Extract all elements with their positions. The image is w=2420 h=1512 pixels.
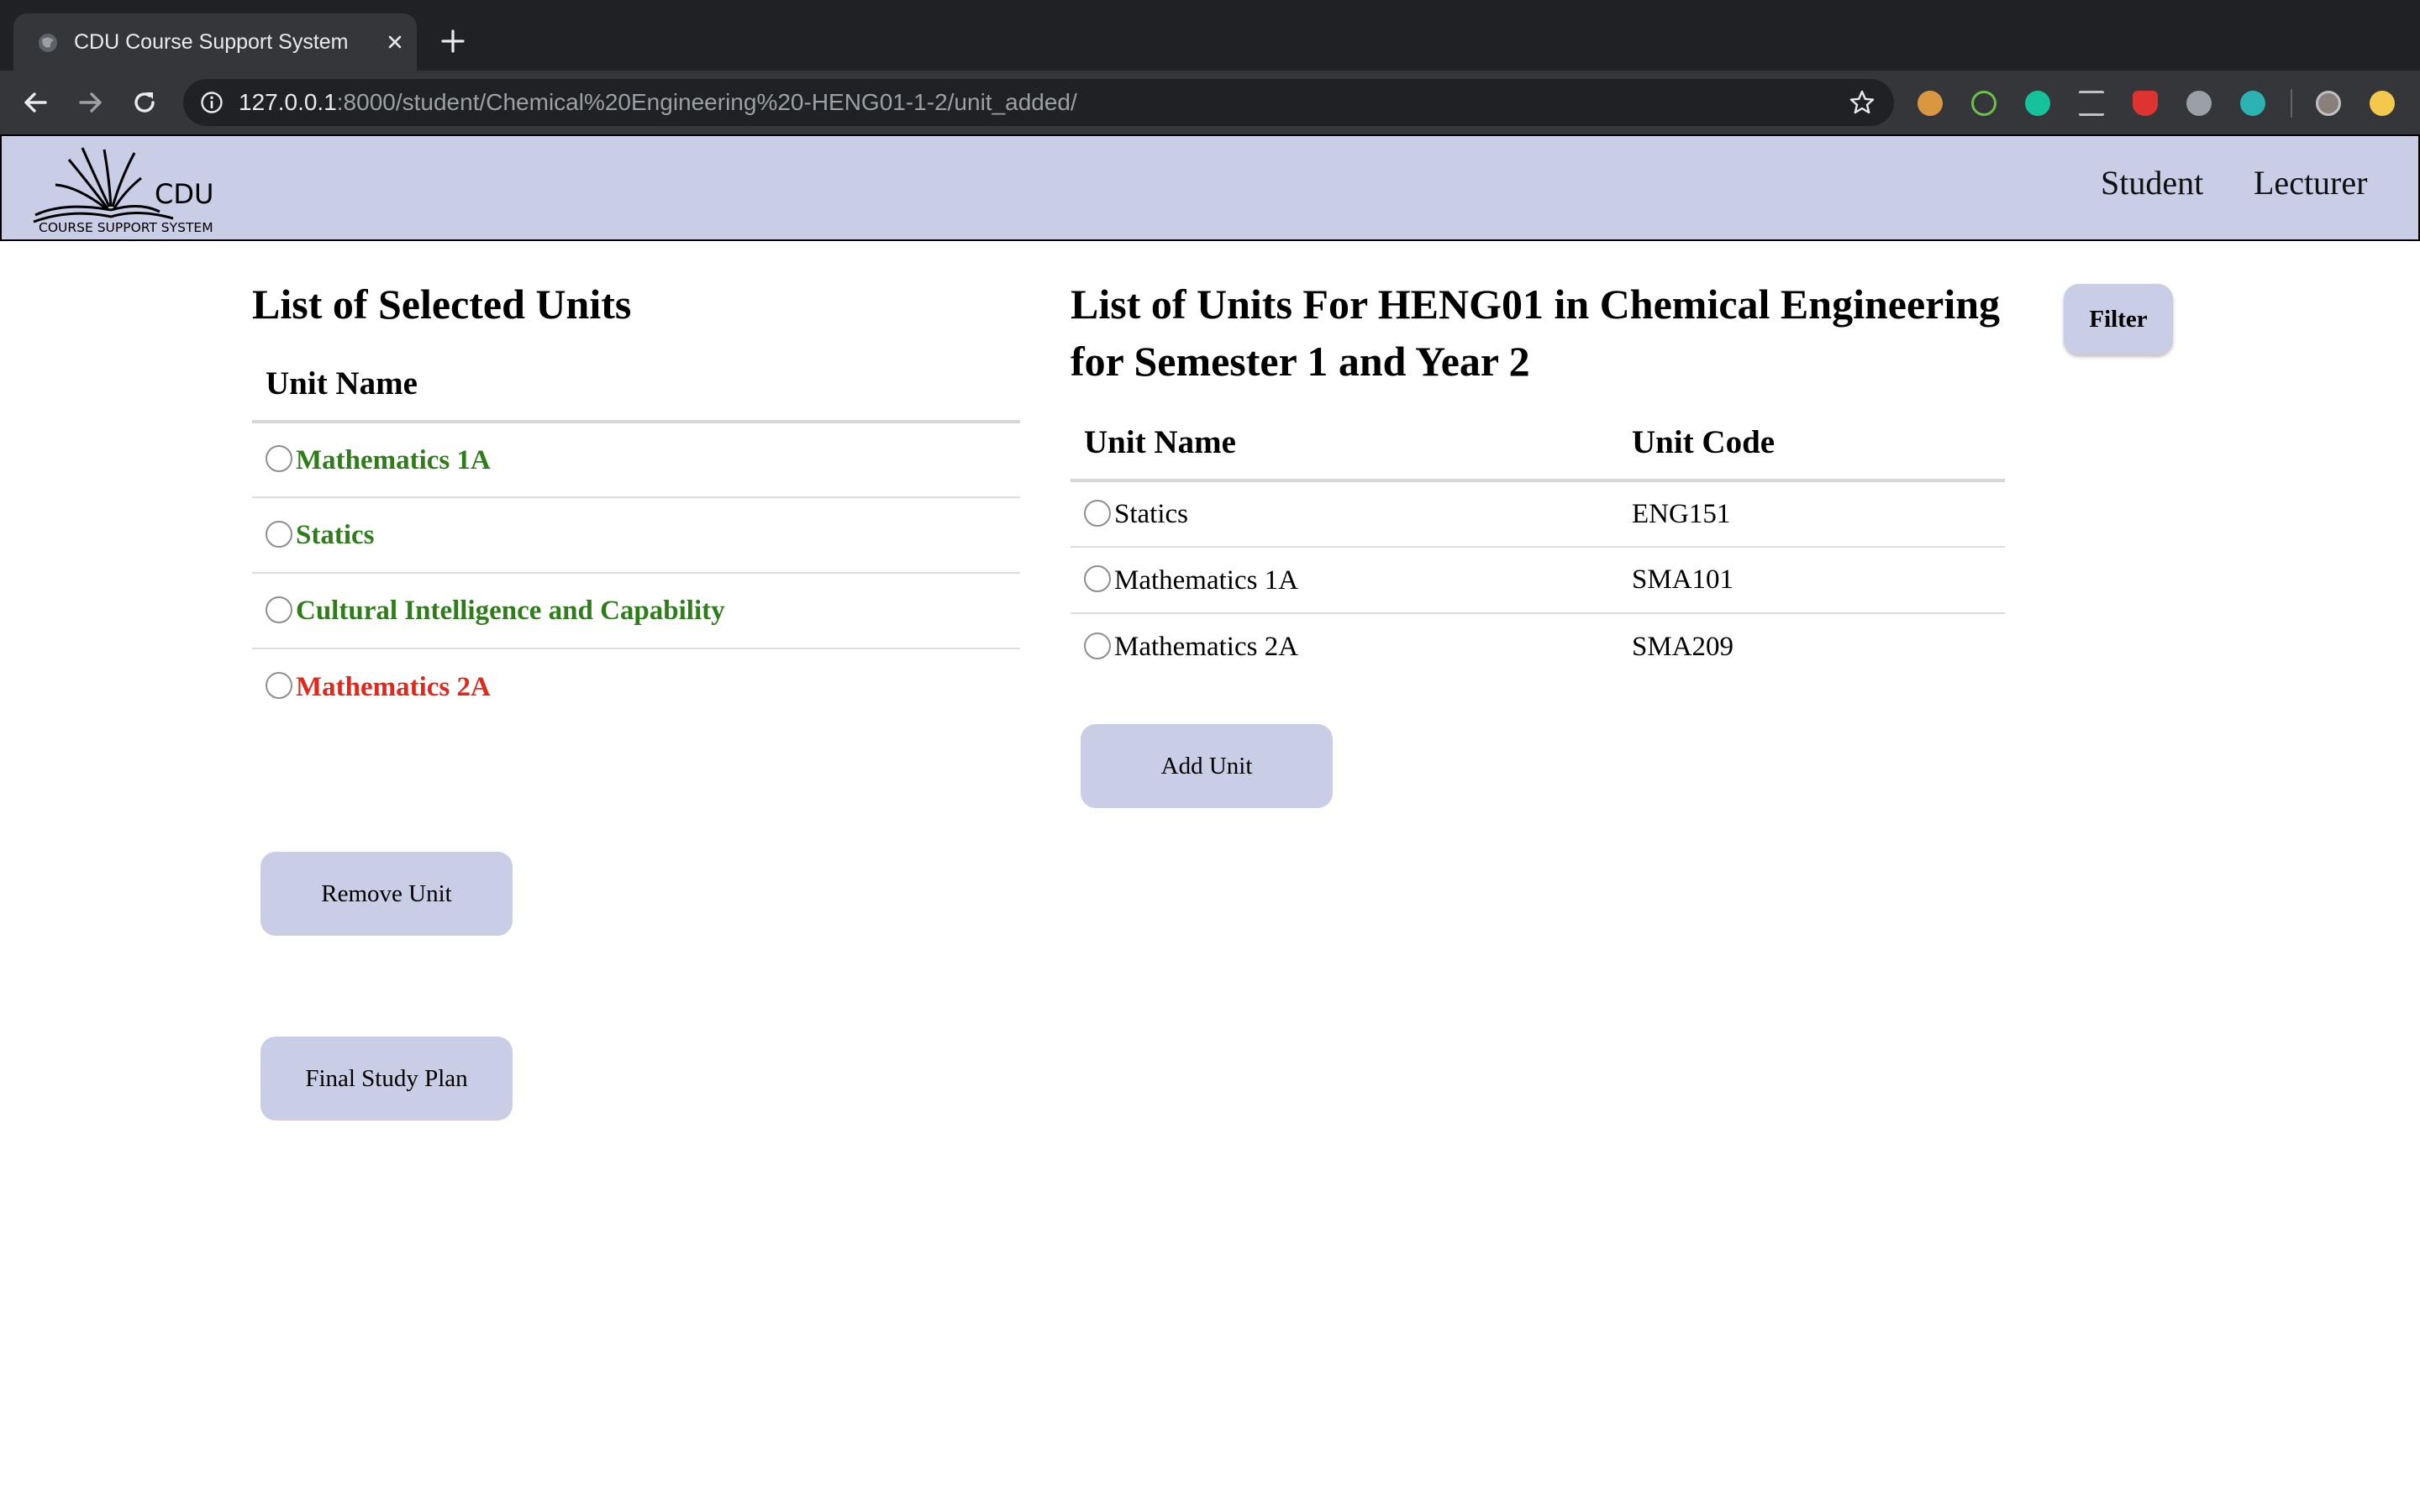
table-cell: Statics bbox=[252, 497, 1020, 574]
browser-tab[interactable]: CDU Course Support System bbox=[13, 13, 417, 71]
tab-title: CDU Course Support System bbox=[74, 30, 349, 54]
available-units-table: Unit Name Unit Code Statics ENG151 Mathe… bbox=[1071, 405, 2005, 680]
browser-tab-bar: CDU Course Support System bbox=[0, 0, 2420, 71]
angular-extension-icon[interactable] bbox=[2133, 91, 2158, 116]
selected-units-heading: List of Selected Units bbox=[252, 281, 632, 328]
selected-unit-name: Statics bbox=[296, 520, 375, 551]
reload-icon[interactable] bbox=[129, 87, 160, 118]
table-row: Mathematics 2A SMA209 bbox=[1071, 613, 2005, 680]
bookmark-star-icon[interactable] bbox=[1849, 89, 1876, 116]
available-units-heading: List of Units For HENG01 in Chemical Eng… bbox=[1071, 281, 2001, 385]
check-extension-icon[interactable] bbox=[1971, 91, 1996, 116]
available-unit-name: Mathematics 2A bbox=[1114, 632, 1299, 663]
nav-student-link[interactable]: Student bbox=[2101, 163, 2203, 202]
filter-button[interactable]: Filter bbox=[2064, 284, 2173, 354]
unit-radio[interactable] bbox=[1084, 499, 1111, 527]
available-unit-code: SMA209 bbox=[1632, 631, 1734, 662]
selected-units-table: Unit Name Mathematics 1A Statics Cultura… bbox=[252, 346, 1020, 724]
table-row: Cultural Intelligence and Capability bbox=[252, 573, 1020, 649]
nav-lecturer-link[interactable]: Lecturer bbox=[2254, 163, 2367, 202]
cookie-extension-icon[interactable] bbox=[1918, 91, 1943, 116]
cdu-logo[interactable]: CDU COURSE SUPPORT SYSTEM bbox=[30, 141, 240, 235]
selected-unit-name: Cultural Intelligence and Capability bbox=[296, 596, 725, 627]
m-extension-icon[interactable] bbox=[2240, 91, 2265, 116]
browser-toolbar: 127.0.0.1:8000/student/Chemical%20Engine… bbox=[0, 71, 2420, 134]
url-path: :8000/student/Chemical%20Engineering%20-… bbox=[336, 89, 1077, 115]
logo-text: CDU bbox=[155, 178, 213, 210]
back-arrow-icon[interactable] bbox=[20, 87, 50, 118]
table-cell: Mathematics 2A bbox=[252, 648, 1020, 724]
table-cell: Mathematics 1A bbox=[1071, 547, 1618, 614]
unit-radio[interactable] bbox=[1084, 565, 1111, 593]
final-study-plan-button[interactable]: Final Study Plan bbox=[260, 1037, 513, 1121]
available-unit-name: Mathematics 1A bbox=[1114, 564, 1299, 596]
selected-unit-name: Mathematics 2A bbox=[296, 671, 491, 702]
site-header: CDU COURSE SUPPORT SYSTEM Student Lectur… bbox=[0, 134, 2420, 241]
grammarly-extension-icon[interactable] bbox=[2025, 91, 2050, 116]
add-unit-button[interactable]: Add Unit bbox=[1081, 724, 1333, 808]
close-icon[interactable] bbox=[383, 30, 407, 54]
update-indicator-icon[interactable] bbox=[2370, 91, 2395, 116]
logo-subtext: COURSE SUPPORT SYSTEM bbox=[39, 220, 213, 235]
table-row: Mathematics 1A SMA101 bbox=[1071, 547, 2005, 614]
table-header-row: Unit Name bbox=[252, 346, 1020, 423]
url-text[interactable]: 127.0.0.1:8000/student/Chemical%20Engine… bbox=[239, 79, 1077, 126]
column-header-unit-name: Unit Name bbox=[1071, 405, 1618, 482]
column-header-unit-name: Unit Name bbox=[252, 346, 1020, 423]
forward-arrow-icon[interactable] bbox=[76, 87, 106, 118]
table-row: Statics bbox=[252, 497, 1020, 574]
unit-radio[interactable] bbox=[266, 445, 292, 473]
unit-radio[interactable] bbox=[1084, 632, 1111, 659]
remove-unit-button[interactable]: Remove Unit bbox=[260, 852, 513, 936]
table-cell: Statics bbox=[1071, 480, 1618, 548]
avatar[interactable] bbox=[2316, 91, 2341, 116]
selected-unit-name: Mathematics 1A bbox=[296, 444, 491, 475]
table-cell: Mathematics 1A bbox=[252, 422, 1020, 498]
unit-radio[interactable] bbox=[266, 672, 292, 700]
unit-radio[interactable] bbox=[266, 596, 292, 623]
table-row: Statics ENG151 bbox=[1071, 480, 2005, 548]
available-unit-name: Statics bbox=[1114, 499, 1188, 530]
info-icon[interactable] bbox=[200, 91, 224, 114]
table-row: Mathematics 1A bbox=[252, 422, 1020, 498]
toolbar-divider bbox=[2291, 89, 2292, 118]
table-row: Mathematics 2A bbox=[252, 648, 1020, 724]
available-unit-code: ENG151 bbox=[1618, 480, 2005, 548]
address-bar[interactable]: 127.0.0.1:8000/student/Chemical%20Engine… bbox=[183, 79, 1894, 126]
table-header-row: Unit Name Unit Code bbox=[1071, 405, 2005, 482]
table-cell: Mathematics 2A bbox=[1071, 613, 1618, 680]
plus-icon[interactable] bbox=[439, 27, 467, 55]
column-header-unit-code: Unit Code bbox=[1618, 405, 2005, 482]
url-host: 127.0.0.1 bbox=[239, 89, 337, 115]
available-unit-code: SMA101 bbox=[1618, 547, 2005, 614]
globe-icon bbox=[39, 34, 57, 52]
table-cell: Cultural Intelligence and Capability bbox=[252, 573, 1020, 649]
unit-radio[interactable] bbox=[266, 520, 292, 548]
s-extension-icon[interactable] bbox=[2186, 91, 2212, 116]
reader-extension-icon[interactable] bbox=[2079, 91, 2104, 116]
